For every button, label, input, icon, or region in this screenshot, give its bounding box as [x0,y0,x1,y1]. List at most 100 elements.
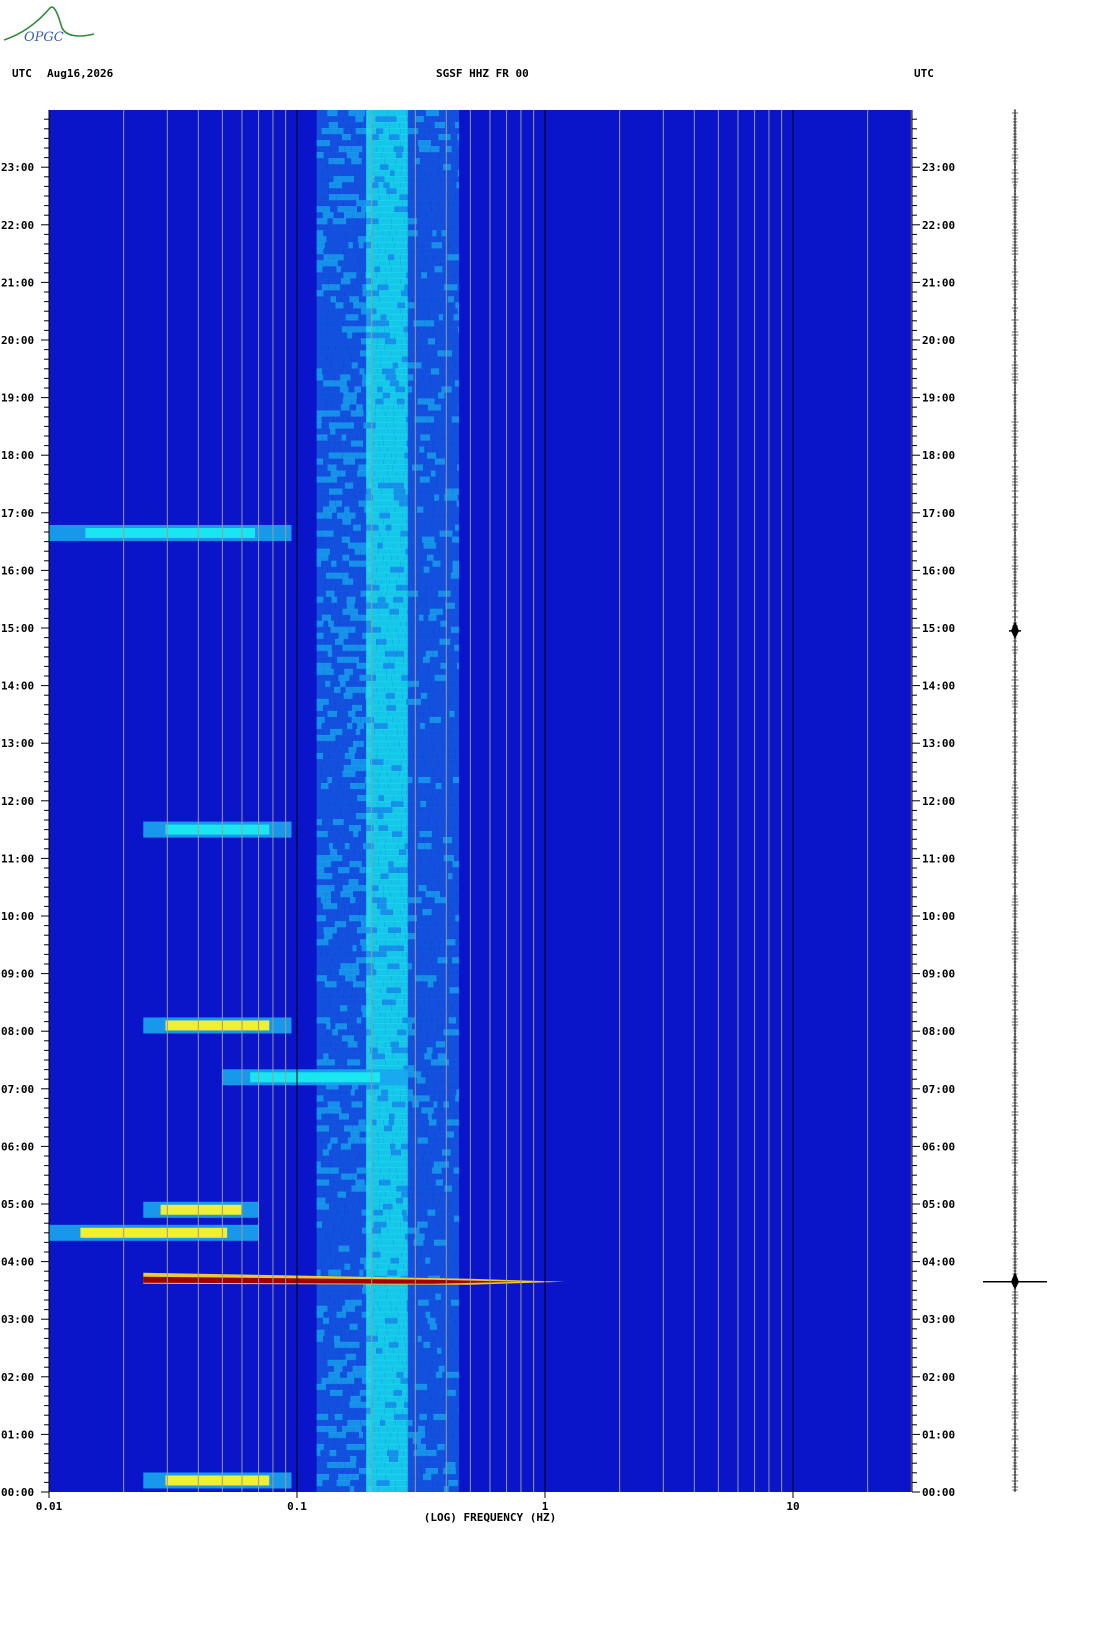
noise-cell [407,242,418,249]
noise-cell [449,1101,459,1108]
noise-cell [381,1413,395,1421]
noise-cell [430,855,435,862]
noise-cell [407,1341,414,1349]
noise-cell [316,1335,324,1343]
noise-cell [407,110,420,117]
noise-cell [401,758,408,766]
noise-cell [412,404,421,411]
noise-cell [330,1023,336,1030]
noise-cell [366,638,372,646]
noise-cell [352,1173,358,1181]
noise-cell [366,722,375,730]
right-time-tick-label: 01:00 [922,1428,955,1441]
noise-cell [384,338,396,345]
noise-cell [316,188,329,195]
noise-cell [338,122,349,129]
noise-cell [387,722,397,730]
noise-cell [346,602,355,610]
noise-cell [407,945,420,952]
noise-cell [316,626,331,634]
noise-cell [325,1341,335,1349]
noise-cell [391,140,401,147]
noise-cell [326,891,332,898]
noise-cell [323,1407,330,1415]
noise-cell [400,1095,406,1102]
noise-cell [407,825,420,832]
noise-cell [407,662,419,670]
noise-cell [405,1113,408,1120]
noise-cell [356,1167,367,1175]
noise-cell [316,1377,322,1385]
noise-cell [366,602,377,610]
noise-cell [430,146,440,153]
noise-cell [434,266,443,273]
noise-cell [407,560,413,568]
noise-cell [378,1137,384,1144]
right-time-tick-label: 00:00 [922,1486,955,1499]
noise-cell [372,560,383,568]
noise-cell [382,230,390,237]
noise-cell [443,314,448,321]
noise-cell [407,1101,413,1108]
noise-cell [327,710,338,718]
noise-cell [316,993,330,1000]
noise-cell [353,776,360,784]
noise-cell [316,782,321,790]
noise-cell [398,1329,408,1337]
noise-cell [458,921,459,928]
noise-cell [379,1389,394,1397]
noise-cell [430,1365,439,1373]
noise-cell [344,1203,353,1211]
noise-cell [383,728,398,736]
noise-cell [407,296,413,303]
noise-cell [387,1269,397,1277]
noise-cell [340,1095,355,1102]
noise-cell [390,1257,399,1265]
noise-cell [407,957,408,964]
noise-cell [405,1053,408,1060]
noise-cell [333,254,344,261]
noise-cell [407,386,413,393]
noise-cell [343,1041,348,1048]
noise-cell [407,212,420,219]
noise-cell [405,632,408,640]
noise-cell [380,1191,386,1199]
noise-cell [316,1041,331,1048]
noise-cell [420,1167,427,1175]
noise-cell [396,825,402,832]
noise-cell [388,885,402,892]
noise-cell [413,710,420,718]
noise-cell [401,710,408,718]
noise-cell [375,410,386,417]
noise-cell [354,1221,366,1229]
noise-cell [357,794,367,802]
noise-cell [419,680,432,688]
x-tick-label: 10 [786,1500,799,1513]
noise-cell [454,1131,459,1138]
right-time-tick-label: 06:00 [922,1140,955,1153]
noise-cell [445,704,459,712]
noise-cell [412,1437,422,1445]
noise-cell [450,548,459,556]
noise-cell [392,1131,397,1138]
noise-cell [334,921,342,928]
noise-cell [417,1137,423,1144]
noise-cell [337,1137,348,1144]
noise-cell [393,146,404,153]
noise-cell [380,1167,390,1175]
noise-cell [336,740,343,748]
noise-cell [349,837,355,844]
noise-cell [395,999,405,1006]
noise-cell [366,1125,372,1132]
noise-cell [332,873,345,880]
noise-cell [371,506,382,514]
noise-cell [379,1293,387,1301]
noise-cell [354,1035,365,1042]
noise-cell [440,410,450,417]
noise-cell [416,927,428,934]
noise-cell [366,1143,372,1151]
noise-cell [390,1359,403,1367]
noise-cell [407,464,412,472]
noise-cell [436,542,448,550]
noise-cell [330,506,337,514]
